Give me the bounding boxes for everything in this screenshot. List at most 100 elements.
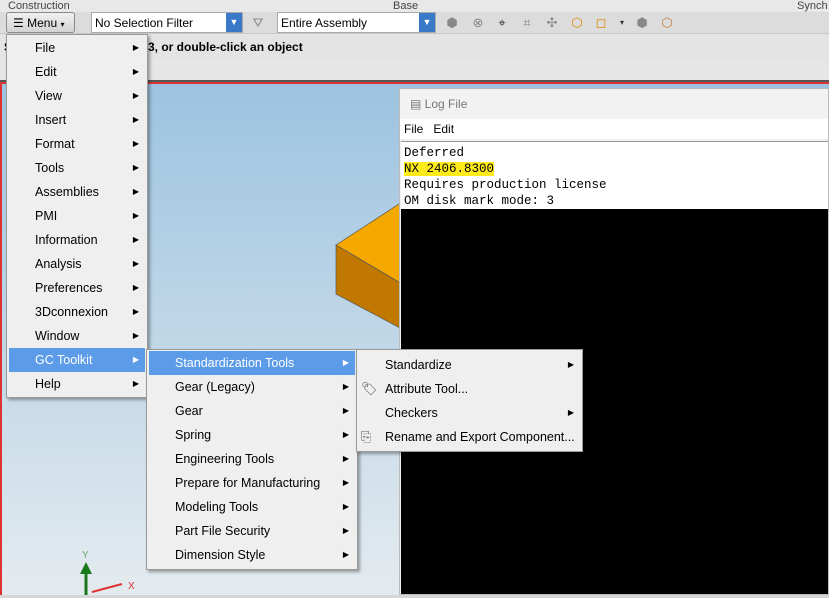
menu-item-rename-and-export-component[interactable]: ⎘ Rename and Export Component... xyxy=(359,425,580,449)
submenu-arrow-icon: ▶ xyxy=(132,211,139,220)
submenu-arrow-icon: ▶ xyxy=(132,235,139,244)
submenu-arrow-icon: ▶ xyxy=(132,259,139,268)
filter-reset-icon[interactable]: ⛛ xyxy=(250,15,266,31)
menu-item-part-file-security[interactable]: Part File Security ▶ xyxy=(149,519,355,543)
log-line: OM disk mark mode: 3 xyxy=(404,194,555,208)
chevron-down-icon[interactable]: ▾ xyxy=(614,15,630,31)
menu-item-pmi[interactable]: PMI ▶ xyxy=(9,204,145,228)
menu-item-format[interactable]: Format ▶ xyxy=(9,132,145,156)
menu-item-window[interactable]: Window ▶ xyxy=(9,324,145,348)
menu-item-engineering-tools[interactable]: Engineering Tools ▶ xyxy=(149,447,355,471)
menu-item-label: Rename and Export Component... xyxy=(385,430,575,444)
menu-item-label: File xyxy=(35,41,56,55)
menu-item-insert[interactable]: Insert ▶ xyxy=(9,108,145,132)
status-prompt-text: 3, or double-click an object xyxy=(148,40,303,54)
menu-item-information[interactable]: Information ▶ xyxy=(9,228,145,252)
document-icon: ▤ xyxy=(410,97,425,111)
chevron-down-icon[interactable]: ▼ xyxy=(226,13,242,32)
menu-item-label: Prepare for Manufacturing xyxy=(175,476,321,490)
ribbon-group-labels: Construction Base Synch xyxy=(0,0,829,12)
menu-item-label: Spring xyxy=(175,428,212,442)
submenu-arrow-icon: ▶ xyxy=(342,478,349,487)
submenu-arrow-icon: ▶ xyxy=(132,139,139,148)
menu-item-gear-legacy[interactable]: Gear (Legacy) ▶ xyxy=(149,375,355,399)
x-axis-label: X xyxy=(128,581,135,592)
submenu-arrow-icon: ▶ xyxy=(132,43,139,52)
log-title-bar[interactable]: ▤ Log File xyxy=(400,89,828,119)
cube-snap-icon[interactable]: ⬡ xyxy=(569,15,585,31)
log-text-area[interactable]: Deferred NX 2406.8300 Requires productio… xyxy=(401,141,828,209)
submenu-arrow-icon: ▶ xyxy=(342,502,349,511)
selection-filter-value: No Selection Filter xyxy=(95,16,194,30)
menu-button-label: Menu xyxy=(27,16,58,30)
log-menu-edit[interactable]: Edit xyxy=(433,122,454,136)
rename-export-icon: ⎘ xyxy=(361,429,372,444)
submenu-arrow-icon: ▶ xyxy=(132,307,139,316)
select-body-icon[interactable]: ⬢ xyxy=(444,15,460,31)
ribbon-group-construction: Construction xyxy=(8,0,70,12)
log-menu-file[interactable]: File xyxy=(404,122,423,136)
face-snap-icon[interactable]: ◻ xyxy=(593,15,609,31)
standardization-tools-submenu: Standardize ▶ 🏷 Attribute Tool... Checkers ▶ ⎘… xyxy=(356,349,583,452)
tag-icon: 🏷 xyxy=(361,381,378,396)
snap-bracket-icon[interactable]: ⌗ xyxy=(519,15,535,31)
submenu-arrow-icon: ▶ xyxy=(132,379,139,388)
submenu-arrow-icon: ▶ xyxy=(132,115,139,124)
menu-item-standardization-tools[interactable]: Standardization Tools ▶ xyxy=(149,351,355,375)
main-menu: File ▶ Edit ▶ View ▶ Insert ▶ Format ▶ Tools ▶ Assem… xyxy=(6,34,148,398)
submenu-arrow-icon: ▶ xyxy=(342,430,349,439)
log-menubar: File Edit xyxy=(400,119,828,139)
scope-dropdown[interactable]: Entire Assembly ▼ xyxy=(277,12,436,33)
snap-point-icon[interactable]: ⌖ xyxy=(494,15,510,31)
menu-button[interactable]: ☰ Menu ▾ xyxy=(6,12,75,33)
snap-cross-icon[interactable]: ✣ xyxy=(544,15,560,31)
selection-toolbar: ☰ Menu ▾ No Selection Filter ▼ ⛛ Entire A… xyxy=(0,12,829,34)
selection-filter-dropdown[interactable]: No Selection Filter ▼ xyxy=(91,12,243,33)
menu-item-attribute-tool[interactable]: 🏷 Attribute Tool... xyxy=(359,377,580,401)
menu-item-modeling-tools[interactable]: Modeling Tools ▶ xyxy=(149,495,355,519)
submenu-arrow-icon: ▶ xyxy=(342,358,349,367)
menu-item-label: 3Dconnexion xyxy=(35,305,108,319)
menu-item-label: Insert xyxy=(35,113,67,127)
x-axis-line xyxy=(91,583,123,593)
submenu-arrow-icon: ▶ xyxy=(132,187,139,196)
y-axis-arrow xyxy=(80,562,92,574)
ribbon-group-base: Base xyxy=(393,0,419,12)
menu-item-label: View xyxy=(35,89,62,103)
menu-item-label: Gear xyxy=(175,404,203,418)
menu-item-gear[interactable]: Gear ▶ xyxy=(149,399,355,423)
log-line-highlighted: NX 2406.8300 xyxy=(404,162,495,176)
menu-item-help[interactable]: Help ▶ xyxy=(9,372,145,396)
submenu-arrow-icon: ▶ xyxy=(132,67,139,76)
submenu-arrow-icon: ▶ xyxy=(342,454,349,463)
menu-item-dimension-style[interactable]: Dimension Style ▶ xyxy=(149,543,355,567)
menu-item-view[interactable]: View ▶ xyxy=(9,84,145,108)
menu-item-label: Window xyxy=(35,329,80,343)
menu-item-edit[interactable]: Edit ▶ xyxy=(9,60,145,84)
submenu-arrow-icon: ▶ xyxy=(132,163,139,172)
menu-item-prepare-for-manufacturing[interactable]: Prepare for Manufacturing ▶ xyxy=(149,471,355,495)
submenu-arrow-icon: ▶ xyxy=(132,91,139,100)
menu-item-label: Standardize xyxy=(385,358,452,372)
menu-item-spring[interactable]: Spring ▶ xyxy=(149,423,355,447)
menu-item-file[interactable]: File ▶ xyxy=(9,36,145,60)
menu-item-label: Standardization Tools xyxy=(175,356,295,370)
menu-item-gc-toolkit[interactable]: GC Toolkit ▶ xyxy=(9,348,145,372)
menu-item-checkers[interactable]: Checkers ▶ xyxy=(359,401,580,425)
submenu-arrow-icon: ▶ xyxy=(567,408,574,417)
log-file-window: ▤ Log File File Edit Deferred NX 2406.830… xyxy=(399,88,829,595)
menu-item-tools[interactable]: Tools ▶ xyxy=(9,156,145,180)
chevron-down-icon: ▾ xyxy=(60,20,65,29)
menu-item-3dconnexion[interactable]: 3Dconnexion ▶ xyxy=(9,300,145,324)
chevron-down-icon[interactable]: ▼ xyxy=(419,13,435,32)
menu-item-standardize[interactable]: Standardize ▶ xyxy=(359,353,580,377)
section-view-icon[interactable]: ⬢ xyxy=(634,15,650,31)
menu-item-preferences[interactable]: Preferences ▶ xyxy=(9,276,145,300)
hamburger-icon: ☰ xyxy=(13,16,28,30)
select-link-icon[interactable]: ⊗ xyxy=(470,15,486,31)
menu-item-analysis[interactable]: Analysis ▶ xyxy=(9,252,145,276)
menu-item-label: Engineering Tools xyxy=(175,452,275,466)
menu-item-label: Attribute Tool... xyxy=(385,382,469,396)
menu-item-assemblies[interactable]: Assemblies ▶ xyxy=(9,180,145,204)
box-view-icon[interactable]: ⬡ xyxy=(659,15,675,31)
